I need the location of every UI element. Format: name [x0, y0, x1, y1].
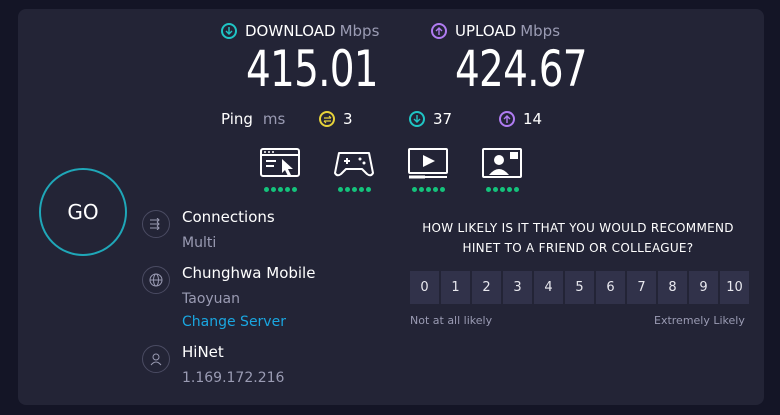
survey-scale: 0 1 2 3 4 5 6 7 8 9 10: [410, 271, 749, 304]
connections-value: Multi: [182, 235, 217, 251]
upload-unit: Mbps: [520, 22, 561, 40]
ping-unit: ms: [262, 110, 286, 128]
ping-label-group: Ping ms: [221, 110, 285, 128]
user-icon: [142, 345, 170, 373]
download-unit: Mbps: [339, 22, 380, 40]
gaming-icon: [334, 152, 374, 177]
arrow-down-icon: [221, 23, 237, 39]
video-call-icon: [482, 148, 522, 178]
ping-download: 37: [409, 110, 452, 128]
download-header: DOWNLOAD Mbps: [221, 22, 379, 40]
download-value: 415.01: [246, 40, 379, 98]
survey-option[interactable]: 0: [410, 271, 439, 304]
upload-value: 424.67: [455, 40, 588, 98]
connections-icon: [142, 210, 170, 238]
exchange-icon: [319, 111, 335, 127]
survey-question-line1: HOW LIKELY IS IT THAT YOU WOULD RECOMMEN…: [422, 221, 734, 235]
ping-idle-value: 3: [343, 110, 353, 128]
survey-option[interactable]: 8: [658, 271, 687, 304]
survey-option[interactable]: 6: [596, 271, 625, 304]
ping-download-value: 37: [433, 110, 453, 128]
survey-option[interactable]: 1: [441, 271, 470, 304]
isp-ip: 1.169.172.216: [182, 370, 285, 386]
survey-option[interactable]: 5: [565, 271, 594, 304]
use-case-video-streaming: [407, 147, 449, 192]
rating-dots: [333, 187, 375, 192]
server-name: Chunghwa Mobile: [182, 264, 316, 282]
arrow-up-icon: [431, 23, 447, 39]
video-streaming-icon: [408, 148, 448, 179]
survey-low-label: Not at all likely: [410, 314, 493, 327]
server-location: Taoyuan: [182, 291, 240, 307]
upload-header: UPLOAD Mbps: [431, 22, 560, 40]
download-label: DOWNLOAD: [245, 22, 336, 40]
survey-option[interactable]: 10: [720, 271, 749, 304]
survey-option[interactable]: 4: [534, 271, 563, 304]
ping-upload-value: 14: [523, 110, 543, 128]
rating-dots: [259, 187, 301, 192]
globe-icon: [142, 266, 170, 294]
survey-option[interactable]: 7: [627, 271, 656, 304]
use-case-video-call: [481, 147, 523, 192]
ping-upload: 14: [499, 110, 542, 128]
arrow-up-icon: [499, 111, 515, 127]
use-case-web-browsing: [259, 147, 301, 192]
survey-question-line2: HINET TO A FRIEND OR COLLEAGUE?: [462, 241, 694, 255]
ping-label: Ping: [221, 110, 253, 128]
survey-question: HOW LIKELY IS IT THAT YOU WOULD RECOMMEN…: [408, 218, 748, 258]
survey-high-label: Extremely Likely: [654, 314, 745, 327]
arrow-down-icon: [409, 111, 425, 127]
connections-title: Connections: [182, 208, 275, 226]
use-case-gaming: [333, 147, 375, 192]
speedtest-panel: [18, 9, 764, 405]
go-button[interactable]: GO: [39, 168, 127, 256]
survey-option[interactable]: 3: [503, 271, 532, 304]
upload-label: UPLOAD: [455, 22, 517, 40]
isp-name: HiNet: [182, 343, 224, 361]
rating-dots: [481, 187, 523, 192]
survey-option[interactable]: 9: [689, 271, 718, 304]
web-browsing-icon: [260, 148, 300, 177]
change-server-link[interactable]: Change Server: [182, 314, 286, 330]
ping-idle: 3: [319, 110, 353, 128]
survey-option[interactable]: 2: [472, 271, 501, 304]
rating-dots: [407, 187, 449, 192]
